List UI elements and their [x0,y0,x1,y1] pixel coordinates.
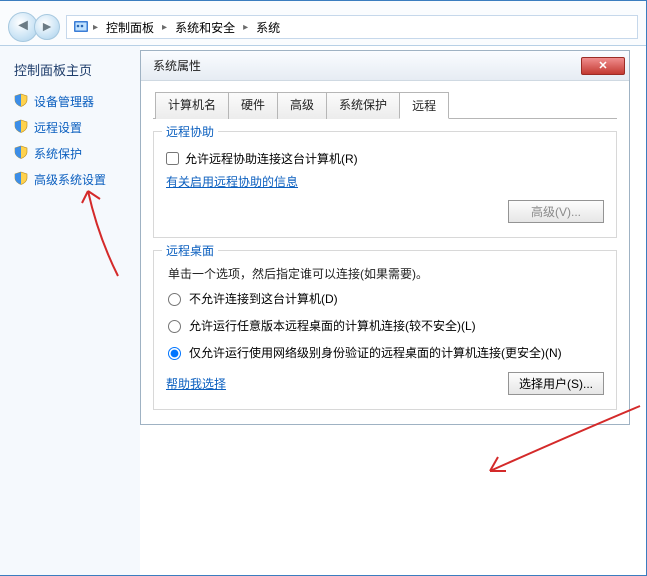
nav-buttons: ◄ ► [8,12,60,42]
tab-remote[interactable]: 远程 [399,92,449,119]
remote-desktop-description: 单击一个选项，然后指定谁可以连接(如果需要)。 [168,265,602,282]
shield-icon [14,93,28,110]
tab-system-protection[interactable]: 系统保护 [326,92,400,119]
sidebar-item-advanced-system-settings[interactable]: 高级系统设置 [14,171,132,188]
tab-computer-name[interactable]: 计算机名 [155,92,229,119]
sidebar-item-label: 设备管理器 [34,93,94,110]
breadcrumb[interactable]: 系统和安全 [171,17,239,38]
shield-icon [14,145,28,162]
help-me-choose-link[interactable]: 帮助我选择 [166,375,226,392]
radio-option-nla-only[interactable]: 仅允许运行使用网络级别身份验证的远程桌面的计算机连接(更安全)(N) [168,344,602,363]
radio-option-disallow[interactable]: 不允许连接到这台计算机(D) [168,290,602,309]
chevron-right-icon: ▸ [243,22,248,33]
select-users-button[interactable]: 选择用户(S)... [508,372,604,395]
nav-forward-button[interactable]: ► [34,14,60,40]
explorer-toolbar: ◄ ► ▸ 控制面板 ▸ 系统和安全 ▸ 系统 [0,1,646,45]
breadcrumb[interactable]: 系统 [252,17,284,38]
close-button[interactable]: ✕ [581,57,625,75]
breadcrumb[interactable]: 控制面板 [102,17,158,38]
remote-assistance-group: 远程协助 允许远程协助连接这台计算机(R) 有关启用远程协助的信息 高级(V).… [153,131,617,238]
sidebar-item-remote-settings[interactable]: 远程设置 [14,119,132,136]
shield-icon [14,171,28,188]
radio-label: 不允许连接到这台计算机(D) [189,290,602,309]
remote-desktop-group: 远程桌面 单击一个选项，然后指定谁可以连接(如果需要)。 不允许连接到这台计算机… [153,250,617,410]
dialog-tabs: 计算机名 硬件 高级 系统保护 远程 [153,91,617,119]
group-title: 远程协助 [162,123,218,140]
chevron-right-icon: ▸ [162,22,167,33]
tab-hardware[interactable]: 硬件 [228,92,278,119]
advanced-button[interactable]: 高级(V)... [508,200,604,223]
radio-option-any-version[interactable]: 允许运行任意版本远程桌面的计算机连接(较不安全)(L) [168,317,602,336]
sidebar-item-label: 高级系统设置 [34,171,106,188]
radio-input[interactable] [168,320,181,333]
remote-assistance-help-link[interactable]: 有关启用远程协助的信息 [166,173,298,190]
radio-input[interactable] [168,293,181,306]
sidebar: 控制面板主页 设备管理器 远程设置 系统保护 [0,46,140,575]
group-title: 远程桌面 [162,242,218,259]
sidebar-item-device-manager[interactable]: 设备管理器 [14,93,132,110]
chevron-right-icon: ▸ [93,22,98,33]
radio-label: 允许运行任意版本远程桌面的计算机连接(较不安全)(L) [189,317,602,336]
allow-remote-assistance-checkbox[interactable] [166,152,179,165]
radio-input[interactable] [168,347,181,360]
sidebar-title: 控制面板主页 [14,60,132,79]
sidebar-item-label: 系统保护 [34,145,82,162]
dialog-title: 系统属性 [153,57,581,74]
checkbox-label: 允许远程协助连接这台计算机(R) [185,150,358,167]
shield-icon [14,119,28,136]
control-panel-icon [73,19,89,35]
tab-advanced[interactable]: 高级 [277,92,327,119]
close-icon: ✕ [598,59,607,72]
radio-label: 仅允许运行使用网络级别身份验证的远程桌面的计算机连接(更安全)(N) [189,344,602,363]
sidebar-item-system-protection[interactable]: 系统保护 [14,145,132,162]
system-properties-dialog: 系统属性 ✕ 计算机名 硬件 高级 系统保护 远程 远程协助 [140,50,630,425]
address-bar[interactable]: ▸ 控制面板 ▸ 系统和安全 ▸ 系统 [66,15,638,39]
dialog-titlebar: 系统属性 ✕ [141,51,629,81]
sidebar-item-label: 远程设置 [34,119,82,136]
